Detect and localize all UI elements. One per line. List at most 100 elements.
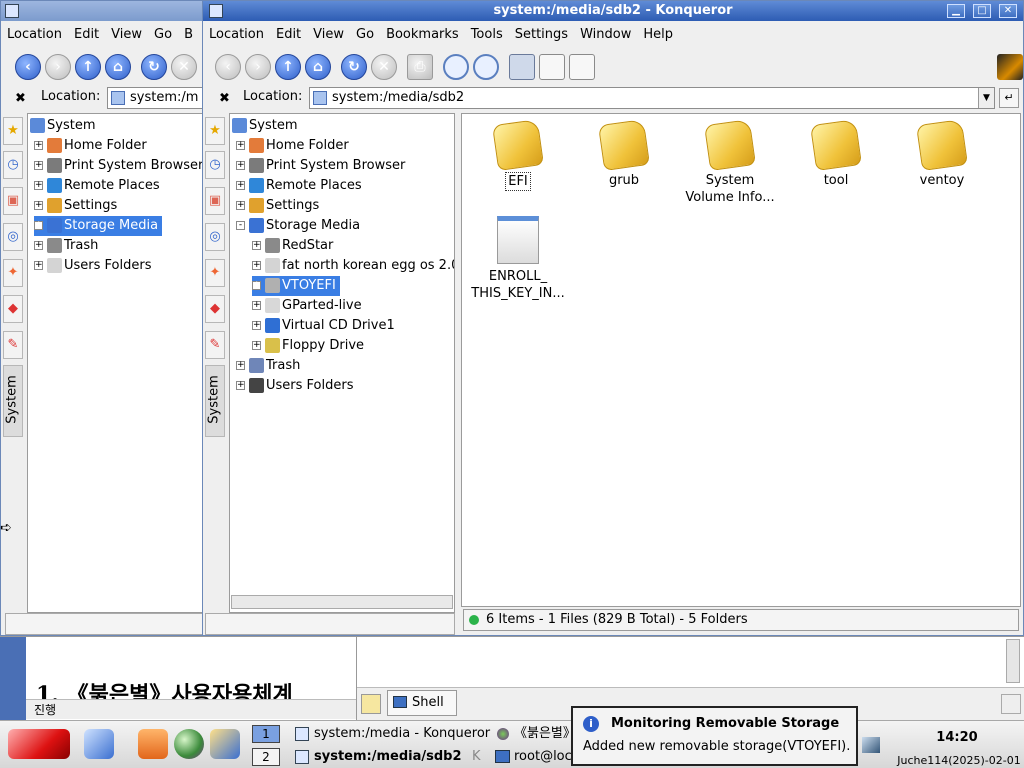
- back-menu-bookmarks[interactable]: B: [178, 23, 199, 47]
- tree-item[interactable]: + Settings: [236, 196, 323, 216]
- task-konqueror-sdb2[interactable]: system:/media/sdb2 K: [294, 747, 481, 767]
- task-konqueror-media[interactable]: system:/media - Konqueror: [294, 724, 490, 744]
- task-terminal[interactable]: root@loc: [494, 747, 572, 767]
- tree-item[interactable]: + Remote Places: [34, 176, 164, 196]
- reload-icon[interactable]: ↻: [141, 54, 167, 80]
- expander-icon[interactable]: +: [236, 381, 245, 390]
- menu-view[interactable]: View: [307, 23, 350, 47]
- menu-window[interactable]: Window: [574, 23, 637, 47]
- expander-icon[interactable]: +: [34, 261, 43, 270]
- new-session-icon[interactable]: [361, 694, 381, 714]
- tree-item[interactable]: System: [30, 116, 99, 136]
- history-icon[interactable]: ◷: [3, 151, 23, 179]
- tree-item[interactable]: + Trash: [236, 356, 304, 376]
- tree-item[interactable]: + Users Folders: [236, 376, 357, 396]
- back-menu-go[interactable]: Go: [148, 23, 178, 47]
- back-arrow-icon[interactable]: ‹: [15, 54, 41, 80]
- expander-icon[interactable]: +: [34, 141, 43, 150]
- menu-tools[interactable]: Tools: [465, 23, 509, 47]
- front-window-titlebar[interactable]: system:/media/sdb2 - Konqueror ▁ □ ✕: [203, 1, 1023, 21]
- home-folder-tab-icon[interactable]: ▣: [205, 187, 225, 215]
- tree-item[interactable]: + VTOYEFI: [252, 276, 340, 296]
- folder-item[interactable]: ventoy: [892, 119, 992, 189]
- pin-tab-icon[interactable]: ✎: [205, 331, 225, 359]
- expander-icon[interactable]: +: [236, 141, 245, 150]
- expander-icon[interactable]: +: [236, 201, 245, 210]
- expander-icon[interactable]: +: [236, 361, 245, 370]
- clear-location-icon[interactable]: ✖: [15, 91, 26, 106]
- expander-icon[interactable]: +: [252, 261, 261, 270]
- red-star-menu-icon[interactable]: [8, 729, 70, 759]
- expander-icon[interactable]: -: [236, 221, 245, 230]
- expander-icon[interactable]: +: [252, 321, 261, 330]
- tree-item[interactable]: + Virtual CD Drive1: [252, 316, 399, 336]
- close-button[interactable]: ✕: [999, 4, 1017, 18]
- expander-icon[interactable]: +: [34, 241, 43, 250]
- expander-icon[interactable]: +: [236, 181, 245, 190]
- tree-item[interactable]: + Storage Media: [34, 216, 163, 236]
- tree-item[interactable]: + Home Folder: [34, 136, 151, 156]
- menu-settings[interactable]: Settings: [509, 23, 574, 47]
- browser-launcher-icon[interactable]: [174, 729, 204, 759]
- expander-icon[interactable]: +: [34, 181, 43, 190]
- tree-item[interactable]: + Home Folder: [236, 136, 353, 156]
- folder-item[interactable]: tool: [786, 119, 886, 189]
- clear-location-icon[interactable]: ✖: [219, 91, 230, 106]
- tree-item[interactable]: + Trash: [34, 236, 102, 256]
- tree-item[interactable]: System: [232, 116, 301, 136]
- history-icon[interactable]: ◷: [205, 151, 225, 179]
- folder-item[interactable]: EFI: [468, 119, 568, 191]
- close-session-icon[interactable]: [1001, 694, 1021, 714]
- expander-icon[interactable]: +: [236, 161, 245, 170]
- back-arrow-icon[interactable]: ‹: [215, 54, 241, 80]
- reload-icon[interactable]: ↻: [341, 54, 367, 80]
- tools-launcher-icon[interactable]: [210, 729, 240, 759]
- forward-arrow-icon[interactable]: ›: [45, 54, 71, 80]
- pin-tab-icon[interactable]: ✎: [3, 331, 23, 359]
- expander-icon[interactable]: +: [252, 241, 261, 250]
- network-tab-icon[interactable]: ◎: [3, 223, 23, 251]
- up-arrow-icon[interactable]: ↑: [75, 54, 101, 80]
- tree-item[interactable]: - Storage Media: [236, 216, 364, 236]
- editor-launcher-icon[interactable]: [84, 729, 114, 759]
- tree-item[interactable]: + Print System Browser: [34, 156, 202, 176]
- usb-tray-icon[interactable]: [862, 737, 880, 753]
- expander-icon[interactable]: +: [252, 341, 261, 350]
- tag-tab-icon[interactable]: ◆: [205, 295, 225, 323]
- maximize-button[interactable]: □: [973, 4, 991, 18]
- task-document[interactable]: 《붉은별》: [496, 724, 570, 744]
- back-location-field[interactable]: system:/m: [107, 87, 207, 109]
- stop-icon[interactable]: ✕: [371, 54, 397, 80]
- folder-item[interactable]: System Volume Info...: [680, 119, 780, 206]
- go-button[interactable]: ↵: [999, 88, 1019, 108]
- shell-tab[interactable]: Shell: [387, 690, 457, 716]
- up-arrow-icon[interactable]: ↑: [275, 54, 301, 80]
- tag-tab-icon[interactable]: ◆: [3, 295, 23, 323]
- preview-view-icon[interactable]: [569, 54, 595, 80]
- terminal-scrollbar[interactable]: [1006, 639, 1020, 683]
- tree-item[interactable]: + GParted-live: [252, 296, 366, 316]
- back-menu-location[interactable]: Location: [1, 23, 68, 47]
- minimize-button[interactable]: ▁: [947, 4, 965, 18]
- zoom-out-icon[interactable]: [473, 54, 499, 80]
- tree-item[interactable]: + fat north korean egg os 2.0: [252, 256, 454, 276]
- folder-item[interactable]: grub: [574, 119, 674, 189]
- tree-item[interactable]: + Remote Places: [236, 176, 366, 196]
- desktop-2-button[interactable]: 2: [252, 748, 280, 766]
- tree-item[interactable]: + Settings: [34, 196, 121, 216]
- expander-icon[interactable]: +: [252, 281, 261, 290]
- clock[interactable]: 14:20: [922, 730, 992, 745]
- system-tab[interactable]: System: [205, 365, 225, 437]
- tree-item[interactable]: + Print System Browser: [236, 156, 409, 176]
- bookmarks-star-icon[interactable]: ★: [205, 117, 225, 145]
- home-icon[interactable]: ⌂: [305, 54, 331, 80]
- menu-edit[interactable]: Edit: [270, 23, 307, 47]
- services-tab-icon[interactable]: ✦: [3, 259, 23, 287]
- back-window-titlebar[interactable]: [1, 1, 205, 21]
- stop-icon[interactable]: ✕: [171, 54, 197, 80]
- tree-item[interactable]: + Floppy Drive: [252, 336, 368, 356]
- menu-location[interactable]: Location: [203, 23, 270, 47]
- tree-horizontal-scrollbar[interactable]: [231, 595, 453, 609]
- location-field[interactable]: system:/media/sdb2 ▼: [309, 87, 995, 109]
- expander-icon[interactable]: +: [34, 201, 43, 210]
